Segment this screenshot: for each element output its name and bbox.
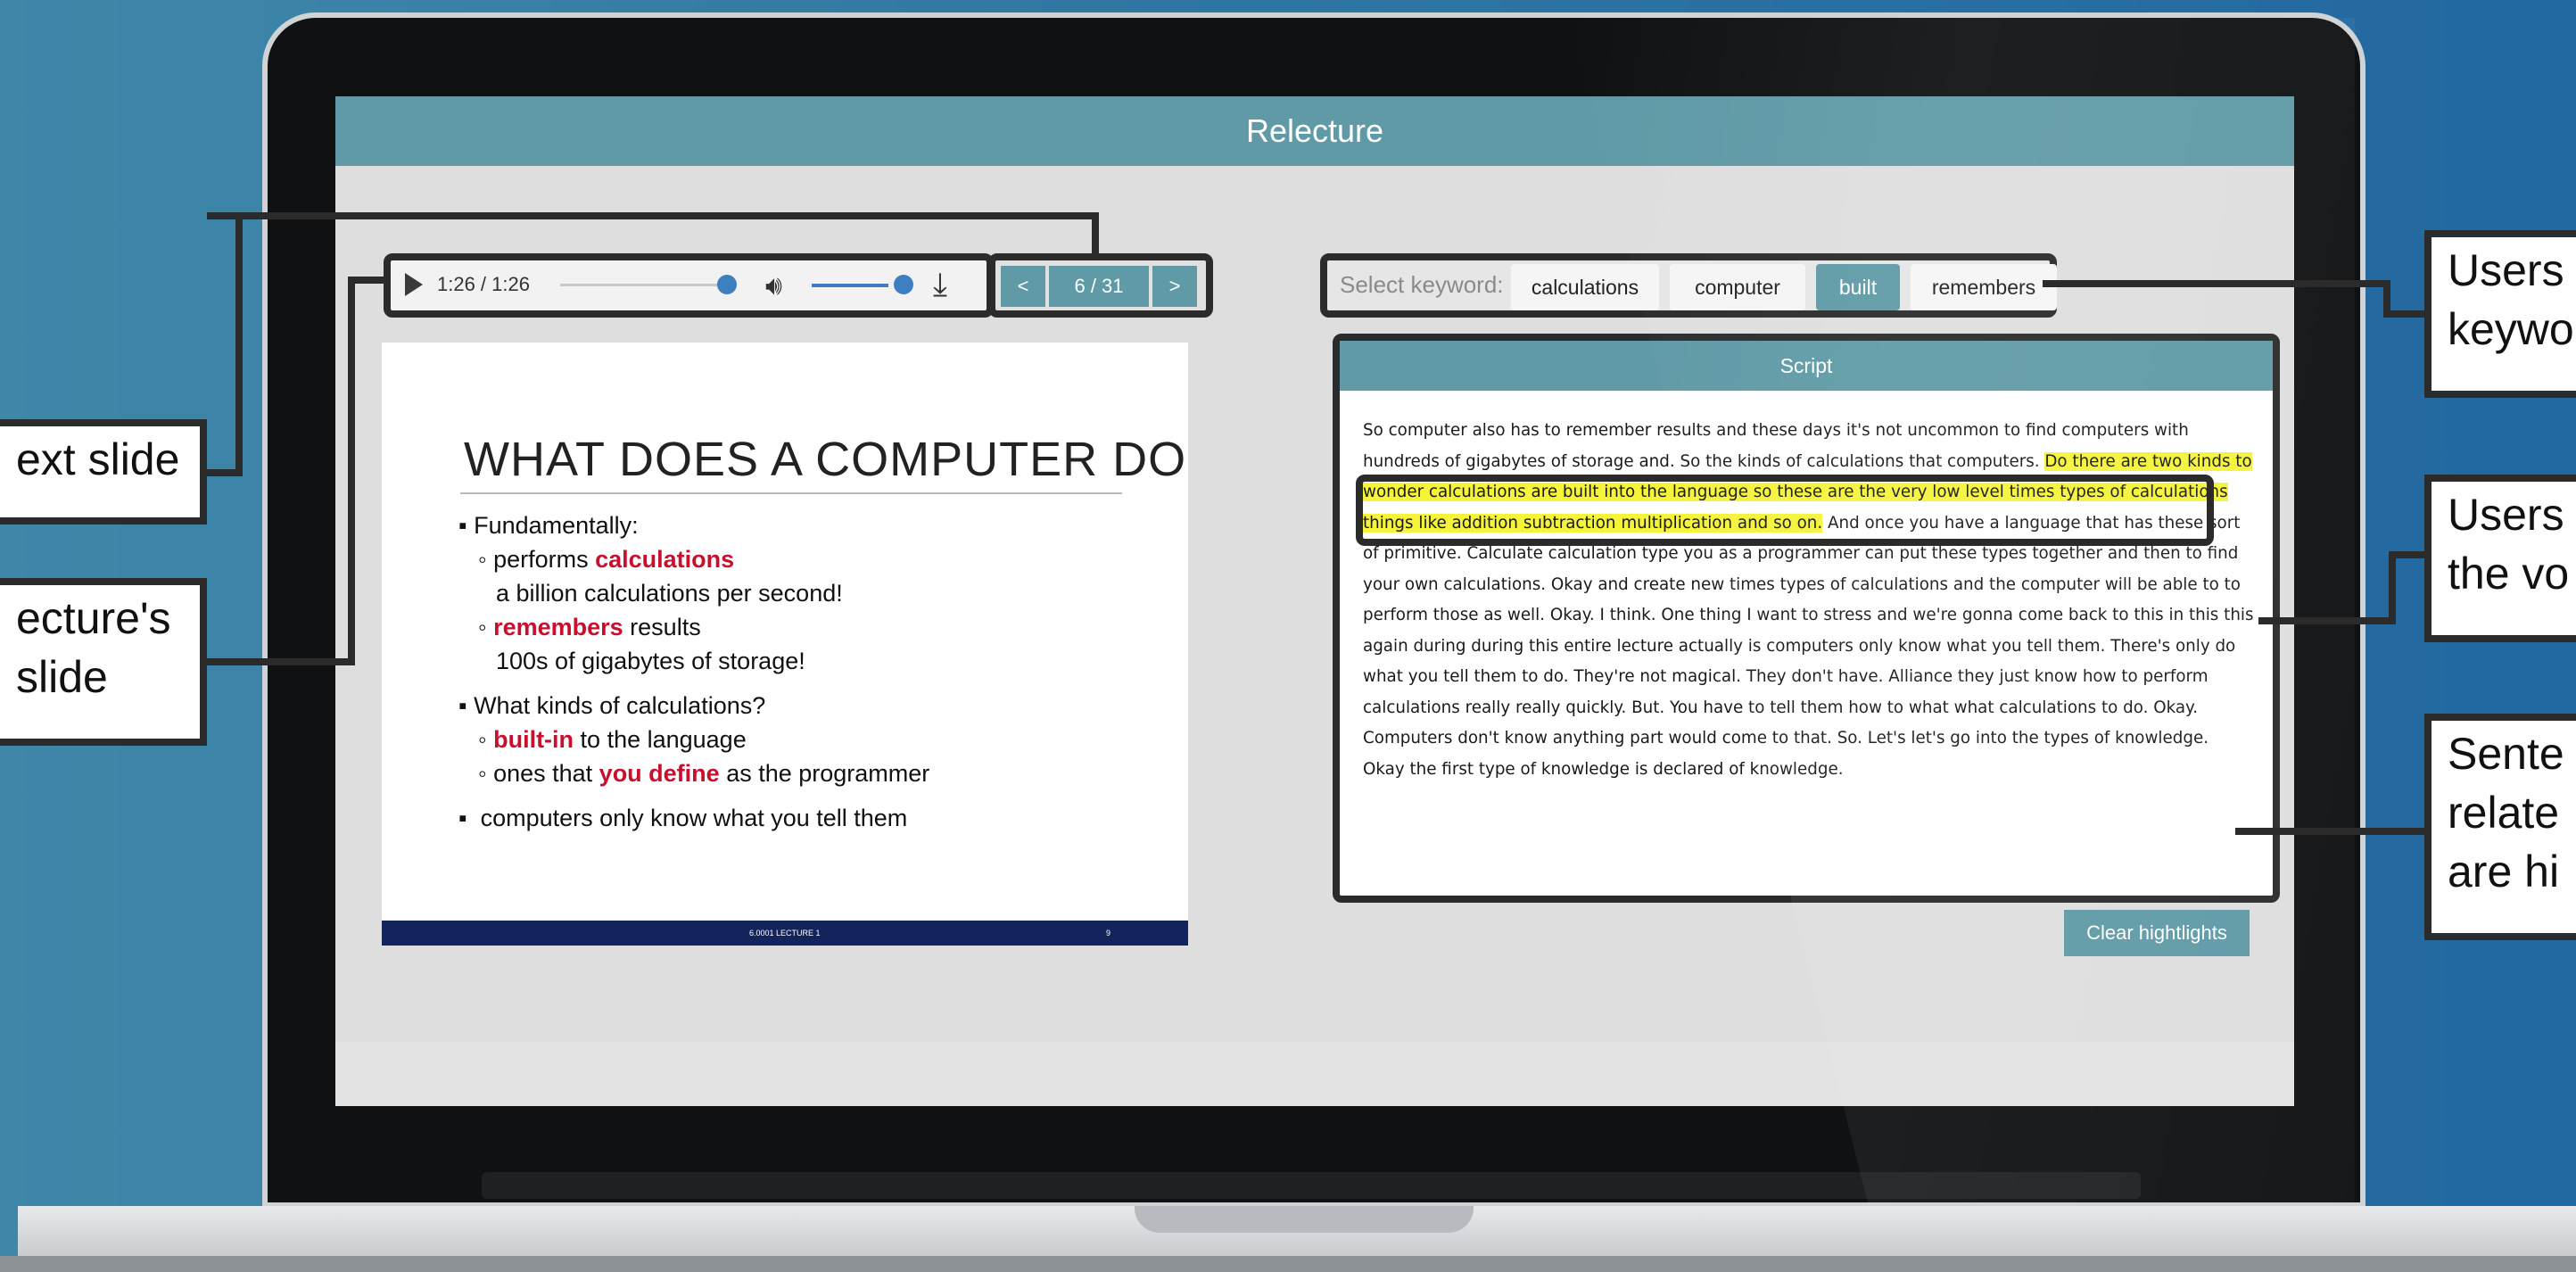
slide-footer: 6.0001 LECTURE 1 9 [382, 921, 1188, 946]
slide-text: 100s of gigabytes of storage! [496, 648, 805, 674]
slide-text: a billion calculations per second! [496, 580, 843, 607]
slide-subbullet: ◦ ones that you define as the programmer [478, 760, 930, 787]
laptop-base-shadow [0, 1256, 2576, 1272]
slide-bullet: ▪ Fundamentally: [458, 512, 639, 539]
callout-keyword: Users keywo [2424, 230, 2576, 398]
keyword-selector: Select keyword: calculations computer bu… [1320, 253, 2057, 318]
callout-line [207, 469, 243, 476]
slide-counter: 6 / 31 [1049, 266, 1149, 307]
keyword-label: Select keyword: [1340, 271, 1504, 298]
keyword-chip[interactable]: remembers [1911, 264, 2057, 310]
keyword-chip[interactable]: computer [1670, 264, 1805, 310]
callout-line [207, 658, 355, 665]
slide-divider [460, 492, 1122, 494]
laptop-notch [1135, 1206, 1474, 1233]
next-slide-button[interactable]: > [1152, 266, 1197, 307]
callout-line [2383, 310, 2424, 318]
prev-slide-button[interactable]: < [1001, 266, 1045, 307]
slide-subbullet: ◦ performs calculations [478, 546, 735, 573]
script-header: Script [1340, 341, 2273, 391]
callout-line [2043, 280, 2390, 287]
slide-body: ▪ Fundamentally: ◦ performs calculations… [458, 508, 929, 835]
highlight-outline [1356, 475, 2214, 546]
callout-sentence: Sente relate are hi [2424, 714, 2576, 940]
callout-line [2235, 828, 2424, 835]
slide-subbullet: ◦ built-in to the language [478, 726, 747, 753]
callout-line [1092, 212, 1099, 253]
app-screen: Relecture 1:26 / 1:26 🔊︎ ⤓ < 6 / 31 > WH… [335, 96, 2294, 1106]
play-icon[interactable] [405, 273, 423, 296]
callout-lecture-slide: ecture's slide [0, 578, 207, 746]
slide-footer-label: 6.0001 LECTURE 1 [749, 929, 821, 937]
slide-bullet: ▪ computers only know what you tell them [458, 805, 908, 831]
callout-next-slide: ext slide [0, 419, 207, 524]
download-icon[interactable]: ⤓ [933, 266, 947, 304]
script-text[interactable]: So computer also has to remember results… [1363, 416, 2255, 785]
laptop-hinge [482, 1172, 2141, 1199]
progress-knob[interactable] [717, 275, 737, 294]
slide-title: WHAT DOES A COMPUTER DO [464, 433, 1187, 486]
slide-bullet: ▪ What kinds of calculations? [458, 692, 766, 719]
lecture-slide: WHAT DOES A COMPUTER DO ▪ Fundamentally:… [382, 343, 1188, 946]
keyword-chip-selected[interactable]: built [1816, 264, 1900, 310]
callout-voice: Users the vo [2424, 475, 2576, 642]
slide-pager: < 6 / 31 > [988, 253, 1213, 318]
playback-time: 1:26 / 1:26 [437, 273, 530, 295]
keyword-chip[interactable]: calculations [1511, 264, 1659, 310]
callout-line [348, 277, 355, 665]
script-panel: Script So computer also has to remember … [1333, 334, 2280, 903]
slide-page-number: 9 [1106, 929, 1111, 937]
volume-knob[interactable] [894, 275, 913, 294]
audio-player[interactable]: 1:26 / 1:26 🔊︎ ⤓ [384, 253, 994, 318]
callout-line [207, 212, 1099, 219]
callout-line [2389, 551, 2396, 624]
callout-line [235, 212, 243, 476]
volume-icon[interactable]: 🔊︎ [765, 271, 782, 301]
slide-subbullet: ◦ remembers results [478, 614, 701, 640]
app-title: Relecture [335, 96, 2294, 166]
volume-track[interactable] [812, 284, 888, 287]
callout-line [2258, 617, 2396, 624]
callout-line [2389, 551, 2424, 558]
screen-footer [335, 1042, 2294, 1106]
clear-highlights-button[interactable]: Clear hightlights [2064, 910, 2250, 956]
progress-track[interactable] [560, 284, 721, 286]
